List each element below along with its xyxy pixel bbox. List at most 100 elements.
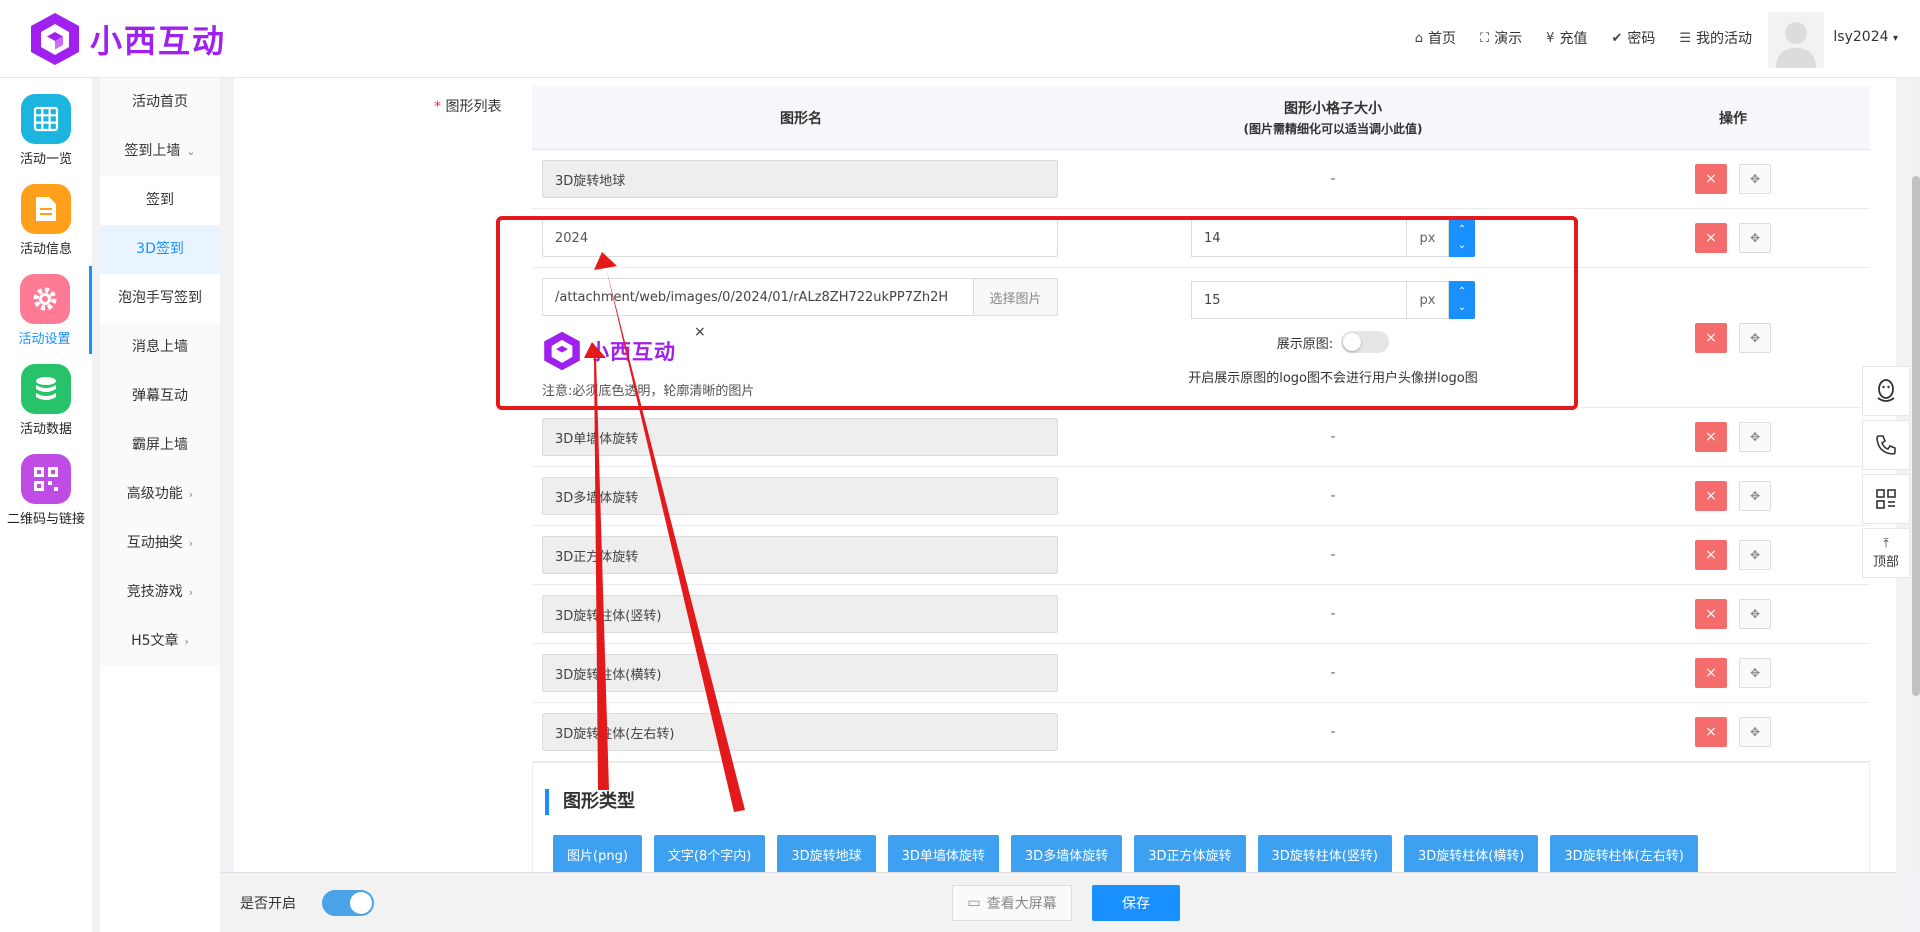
submenu-bubble[interactable]: 泡泡手写签到: [100, 274, 220, 323]
save-button[interactable]: 保存: [1092, 885, 1180, 921]
avatar[interactable]: [1768, 12, 1824, 68]
spinner-icon[interactable]: ⌃ ⌄: [1449, 219, 1475, 257]
type-button-text[interactable]: 文字(8个字内): [653, 835, 766, 872]
back-to-top-button[interactable]: ⤒ 顶部: [1862, 528, 1910, 578]
submenu-h5[interactable]: H5文章 ›: [100, 617, 220, 666]
submenu-home[interactable]: 活动首页: [100, 78, 220, 127]
nav-home[interactable]: ⌂ 首页: [1415, 28, 1456, 48]
drag-handle-icon[interactable]: ✥: [1739, 540, 1771, 570]
shape-type-title: 图形类型: [545, 789, 635, 815]
delete-button[interactable]: ×: [1695, 322, 1727, 353]
rail-item-info[interactable]: 活动信息: [0, 176, 92, 264]
user-menu[interactable]: lsy2024 ▾: [1833, 29, 1898, 45]
submenu-games[interactable]: 竞技游戏 ›: [100, 568, 220, 617]
delete-button[interactable]: ×: [1695, 223, 1727, 253]
size-dash: -: [1330, 724, 1336, 740]
header-name-label: 图形名: [780, 110, 822, 127]
select-image-button[interactable]: 选择图片: [974, 278, 1058, 316]
brand-logo[interactable]: 小西互动: [28, 10, 226, 68]
qrcode-icon: [21, 454, 71, 504]
submenu-bully-screen[interactable]: 霸屏上墙: [100, 421, 220, 470]
chevron-up-icon[interactable]: ⌃: [1458, 222, 1466, 238]
type-button-png[interactable]: 图片(png): [553, 835, 642, 872]
type-button-cylinder-vertical[interactable]: 3D旋转柱体(竖转): [1257, 835, 1392, 872]
submenu-danmaku[interactable]: 弹幕互动: [100, 372, 220, 421]
type-button-cube[interactable]: 3D正方体旋转: [1134, 835, 1246, 872]
rail-item-qrcode[interactable]: 二维码与链接: [0, 446, 92, 534]
nav-demo[interactable]: ⛶ 演示: [1480, 28, 1522, 48]
table-row: 3D单墙体旋转 - × ✥: [532, 408, 1870, 467]
shape-name-field: 3D旋转柱体(横转): [542, 654, 1058, 692]
table-row: /attachment/web/images/0/2024/01/rALz8ZH…: [532, 268, 1870, 408]
nav-my-activities[interactable]: ☰ 我的活动: [1679, 28, 1752, 48]
drag-handle-icon[interactable]: ✥: [1739, 164, 1771, 194]
rail-item-overview[interactable]: 活动一览: [0, 86, 92, 174]
drag-handle-icon[interactable]: ✥: [1739, 599, 1771, 629]
rail-item-data[interactable]: 活动数据: [0, 356, 92, 444]
type-button-multi-wall[interactable]: 3D多墙体旋转: [1010, 835, 1123, 872]
type-button-cylinder-horizontal[interactable]: 3D旋转柱体(横转): [1403, 835, 1539, 872]
show-original-toggle[interactable]: [1341, 331, 1390, 353]
chevron-down-icon[interactable]: ⌄: [1458, 238, 1466, 254]
submenu-advanced[interactable]: 高级功能 ›: [100, 470, 220, 519]
phone-contact-button[interactable]: [1862, 420, 1910, 470]
spinner-icon[interactable]: ⌃ ⌄: [1449, 281, 1475, 319]
delete-button[interactable]: ×: [1695, 658, 1727, 688]
size-unit: px: [1407, 219, 1449, 257]
type-button-cylinder-leftright[interactable]: 3D旋转柱体(左右转): [1550, 835, 1698, 872]
enable-toggle[interactable]: [322, 890, 374, 916]
scrollbar-thumb[interactable]: [1912, 176, 1920, 696]
delete-button[interactable]: ×: [1695, 717, 1727, 747]
chevron-up-icon[interactable]: ⌃: [1458, 284, 1466, 300]
nav-recharge[interactable]: ¥ 充值: [1546, 28, 1587, 48]
icon-rail: 活动一览 活动信息 活动设置 活动数据 二维码与链接: [0, 78, 92, 932]
size-stepper: 15 px ⌃ ⌄: [1191, 281, 1475, 319]
drag-handle-icon[interactable]: ✥: [1739, 422, 1771, 452]
shape-list-label-text: 图形列表: [445, 99, 502, 115]
chevron-right-icon: ›: [188, 586, 194, 599]
delete-button[interactable]: ×: [1695, 540, 1727, 570]
delete-button[interactable]: ×: [1695, 481, 1727, 511]
image-path-input[interactable]: /attachment/web/images/0/2024/01/rALz8ZH…: [542, 278, 974, 316]
shape-table: 图形名 图形小格子大小 (图片需精细化可以适当调小此值) 操作 3D旋转地球 - …: [532, 86, 1870, 762]
shape-name-field: 3D正方体旋转: [542, 536, 1058, 574]
header-size: 图形小格子大小 (图片需精细化可以适当调小此值): [1070, 86, 1596, 149]
chevron-down-icon[interactable]: ⌄: [1458, 300, 1466, 316]
nav-password-label: 密码: [1627, 31, 1656, 47]
drag-handle-icon[interactable]: ✥: [1739, 223, 1771, 253]
table-row: 3D旋转柱体(横转) - × ✥: [532, 644, 1870, 703]
delete-button[interactable]: ×: [1695, 599, 1727, 629]
text-shape-input[interactable]: 2024: [542, 219, 1058, 257]
submenu-signin[interactable]: 签到: [100, 176, 220, 225]
rail-item-settings[interactable]: 活动设置: [0, 266, 92, 354]
nav-home-label: 首页: [1428, 31, 1457, 47]
close-icon[interactable]: ×: [694, 324, 706, 340]
drag-handle-icon[interactable]: ✥: [1739, 481, 1771, 511]
submenu-message-wall[interactable]: 消息上墙: [100, 323, 220, 372]
submenu-signin-3d[interactable]: 3D签到: [100, 225, 220, 274]
shape-name-field: 3D旋转柱体(竖转): [542, 595, 1058, 633]
shape-name-field: 3D单墙体旋转: [542, 418, 1058, 456]
chevron-right-icon: ›: [184, 635, 189, 648]
type-button-single-wall[interactable]: 3D单墙体旋转: [887, 835, 999, 872]
drag-handle-icon[interactable]: ✥: [1739, 658, 1771, 688]
cube-logo-icon: [544, 331, 580, 371]
submenu-signin-wall[interactable]: 签到上墙 ⌄: [100, 127, 220, 176]
delete-button[interactable]: ×: [1695, 422, 1727, 452]
size-input[interactable]: 14: [1191, 219, 1407, 257]
nav-password[interactable]: ✔ 密码: [1611, 28, 1655, 48]
header-size-note: (图片需精细化可以适当调小此值): [1243, 122, 1423, 136]
drag-handle-icon[interactable]: ✥: [1739, 717, 1771, 747]
submenu-lottery[interactable]: 互动抽奖 ›: [100, 519, 220, 568]
size-input[interactable]: 15: [1191, 281, 1407, 319]
qrcode-float-button[interactable]: [1862, 474, 1910, 524]
qq-contact-button[interactable]: [1862, 366, 1910, 416]
gear-icon: [19, 274, 70, 324]
preview-screen-button[interactable]: ▭ 查看大屏幕: [952, 885, 1072, 921]
table-row: 3D旋转柱体(左右转) - × ✥: [532, 703, 1870, 762]
user-silhouette-icon: [1776, 22, 1816, 68]
type-button-globe[interactable]: 3D旋转地球: [777, 835, 876, 872]
drag-handle-icon[interactable]: ✥: [1739, 322, 1771, 353]
yen-icon: ¥: [1546, 30, 1555, 46]
delete-button[interactable]: ×: [1695, 164, 1727, 194]
